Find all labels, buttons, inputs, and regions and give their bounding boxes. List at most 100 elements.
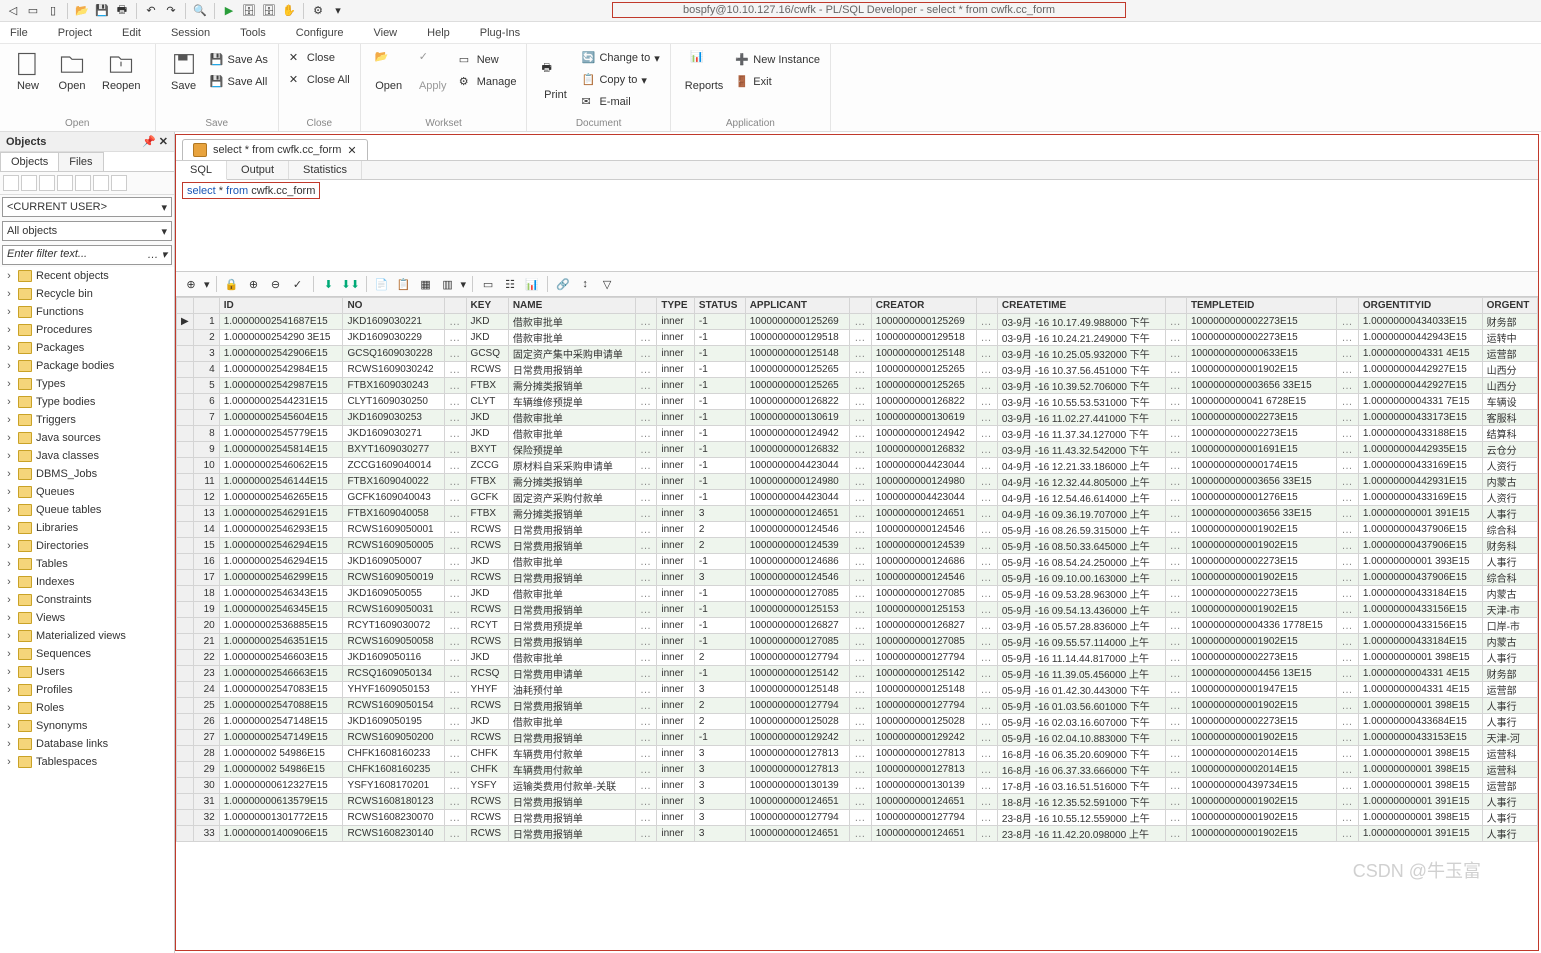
- back-icon[interactable]: ◁: [4, 2, 22, 20]
- open-icon[interactable]: 📂: [73, 2, 91, 20]
- table-row[interactable]: 331.00000001400906E15RCWS1608230140…RCWS…: [177, 826, 1538, 842]
- tree-node[interactable]: ›Synonyms: [0, 717, 174, 735]
- table-row[interactable]: 101.00000002546062E15ZCCG1609040014…ZCCG…: [177, 458, 1538, 474]
- reports-button[interactable]: 📊Reports: [681, 48, 728, 94]
- bookmark-icon[interactable]: [93, 175, 109, 191]
- table-row[interactable]: 131.00000002546291E15FTBX1609040058…FTBX…: [177, 506, 1538, 522]
- subtab-output[interactable]: Output: [227, 161, 289, 179]
- column-header[interactable]: NAME: [508, 298, 635, 314]
- table-row[interactable]: 261.00000002547148E15JKD1609050195…JKD借款…: [177, 714, 1538, 730]
- export-icon[interactable]: 📄: [373, 275, 391, 293]
- pin-icon[interactable]: 📌: [142, 136, 156, 148]
- table-row[interactable]: 41.00000002542984E15RCWS1609030242…RCWS日…: [177, 362, 1538, 378]
- menu-plugins[interactable]: Plug-Ins: [480, 27, 520, 39]
- table-row[interactable]: 91.00000002545814E15BXYT1609030277…BXYT保…: [177, 442, 1538, 458]
- column-header[interactable]: [1337, 298, 1358, 314]
- user-combo[interactable]: <CURRENT USER>▾: [2, 197, 172, 217]
- table-row[interactable]: 81.00000002545779E15JKD1609030271…JKD借款审…: [177, 426, 1538, 442]
- column-header[interactable]: STATUS: [694, 298, 745, 314]
- tree-node[interactable]: ›Users: [0, 663, 174, 681]
- copyto-button[interactable]: 📋Copy to▾: [581, 70, 659, 90]
- table-row[interactable]: 141.00000002546293E15RCWS1609050001…RCWS…: [177, 522, 1538, 538]
- table-row[interactable]: 71.00000002545604E15JKD1609030253…JKD借款审…: [177, 410, 1538, 426]
- lock-icon[interactable]: 🔒: [223, 275, 241, 293]
- save-icon[interactable]: 💾: [93, 2, 111, 20]
- tree-node[interactable]: ›Database links: [0, 735, 174, 753]
- print-button[interactable]: 🖶Print: [537, 57, 573, 103]
- column-header[interactable]: [636, 298, 657, 314]
- new-icon[interactable]: ▭: [24, 2, 42, 20]
- column-header[interactable]: [177, 298, 194, 314]
- column-header[interactable]: TYPE: [657, 298, 695, 314]
- menu-file[interactable]: File: [10, 27, 28, 39]
- subtab-sql[interactable]: SQL: [176, 161, 227, 180]
- tree-node[interactable]: ›DBMS_Jobs: [0, 465, 174, 483]
- table-row[interactable]: 321.00000001301772E15RCWS1608230070…RCWS…: [177, 810, 1538, 826]
- workset-new-button[interactable]: ▭New: [459, 50, 517, 70]
- table-row[interactable]: 31.00000002542906E15GCSQ1609030228…GCSQ固…: [177, 346, 1538, 362]
- table-row[interactable]: 191.00000002546345E15RCWS1609050031…RCWS…: [177, 602, 1538, 618]
- column-header[interactable]: [850, 298, 871, 314]
- column-header[interactable]: TEMPLETEID: [1186, 298, 1337, 314]
- multi-icon[interactable]: ☷: [501, 275, 519, 293]
- column-header[interactable]: APPLICANT: [745, 298, 850, 314]
- menu-configure[interactable]: Configure: [296, 27, 344, 39]
- subtab-stats[interactable]: Statistics: [289, 161, 362, 179]
- stop-icon[interactable]: ✋: [280, 2, 298, 20]
- search-icon[interactable]: 🔍: [191, 2, 209, 20]
- workset-manage-button[interactable]: ⚙Manage: [459, 72, 517, 92]
- commit-icon[interactable]: ✓: [289, 275, 307, 293]
- fetch-icon[interactable]: ⬇: [320, 275, 338, 293]
- tree-node[interactable]: ›Java classes: [0, 447, 174, 465]
- fetchall-icon[interactable]: ⬇⬇: [342, 275, 360, 293]
- workset-open-button[interactable]: 📂Open: [371, 48, 407, 94]
- document-tab[interactable]: select * from cwfk.cc_form ✕: [182, 139, 368, 160]
- sql-editor[interactable]: select * from cwfk.cc_form: [182, 182, 320, 199]
- reopen-button[interactable]: Reopen: [98, 48, 145, 94]
- column-header[interactable]: CREATETIME: [997, 298, 1165, 314]
- tree-node[interactable]: ›Roles: [0, 699, 174, 717]
- tree-node[interactable]: ›Sequences: [0, 645, 174, 663]
- filter-input[interactable]: Enter filter text... … ▾: [2, 245, 172, 265]
- column-header[interactable]: KEY: [466, 298, 508, 314]
- copy-icon[interactable]: 📋: [395, 275, 413, 293]
- column-header[interactable]: NO: [343, 298, 445, 314]
- table-row[interactable]: 271.00000002547149E15RCWS1609050200…RCWS…: [177, 730, 1538, 746]
- db2-icon[interactable]: 🗄: [260, 2, 278, 20]
- table-row[interactable]: 251.00000002547088E15RCWS1609050154…RCWS…: [177, 698, 1538, 714]
- add-row-icon[interactable]: ⊕: [245, 275, 263, 293]
- exit-button[interactable]: 🚪Exit: [735, 72, 820, 92]
- tab-objects[interactable]: Objects: [0, 152, 59, 171]
- table-row[interactable]: 201.00000002536885E15RCYT1609030072…RCYT…: [177, 618, 1538, 634]
- tree-node[interactable]: ›Tables: [0, 555, 174, 573]
- tree-node[interactable]: ›Tablespaces: [0, 753, 174, 771]
- table-row[interactable]: 211.00000002546351E15RCWS1609050058…RCWS…: [177, 634, 1538, 650]
- link-icon[interactable]: 🔗: [554, 275, 572, 293]
- table-row[interactable]: 281.00000002 54986E15CHFK1608160233…CHFK…: [177, 746, 1538, 762]
- fit-icon[interactable]: ⊕: [182, 275, 200, 293]
- workset-apply-button[interactable]: ✓Apply: [415, 48, 451, 94]
- tree-node[interactable]: ›Triggers: [0, 411, 174, 429]
- collapse-icon[interactable]: [39, 175, 55, 191]
- menu-tools[interactable]: Tools: [240, 27, 266, 39]
- run-icon[interactable]: ▶: [220, 2, 238, 20]
- scope-combo[interactable]: All objects▾: [2, 221, 172, 241]
- tree-node[interactable]: ›Queue tables: [0, 501, 174, 519]
- expand-icon[interactable]: [21, 175, 37, 191]
- tree-node[interactable]: ›Types: [0, 375, 174, 393]
- column-header[interactable]: [193, 298, 219, 314]
- close-button[interactable]: ✕Close: [289, 48, 350, 68]
- single-icon[interactable]: ▭: [479, 275, 497, 293]
- saveas-button[interactable]: 💾Save As: [210, 50, 268, 70]
- column-header[interactable]: ID: [219, 298, 343, 314]
- table-row[interactable]: 241.00000002547083E15YHYF1609050153…YHYF…: [177, 682, 1538, 698]
- tree-node[interactable]: ›Procedures: [0, 321, 174, 339]
- sort-icon[interactable]: ↕: [576, 275, 594, 293]
- table-row[interactable]: 111.00000002546144E15FTBX1609040022…FTBX…: [177, 474, 1538, 490]
- tree-node[interactable]: ›Type bodies: [0, 393, 174, 411]
- table-row[interactable]: 291.00000002 54986E15CHFK1608160235…CHFK…: [177, 762, 1538, 778]
- column-header[interactable]: ORGENTITYID: [1358, 298, 1482, 314]
- table-row[interactable]: 221.00000002546603E15JKD1609050116…JKD借款…: [177, 650, 1538, 666]
- table-row[interactable]: 161.00000002546294E15JKD1609050007…JKD借款…: [177, 554, 1538, 570]
- menu-help[interactable]: Help: [427, 27, 450, 39]
